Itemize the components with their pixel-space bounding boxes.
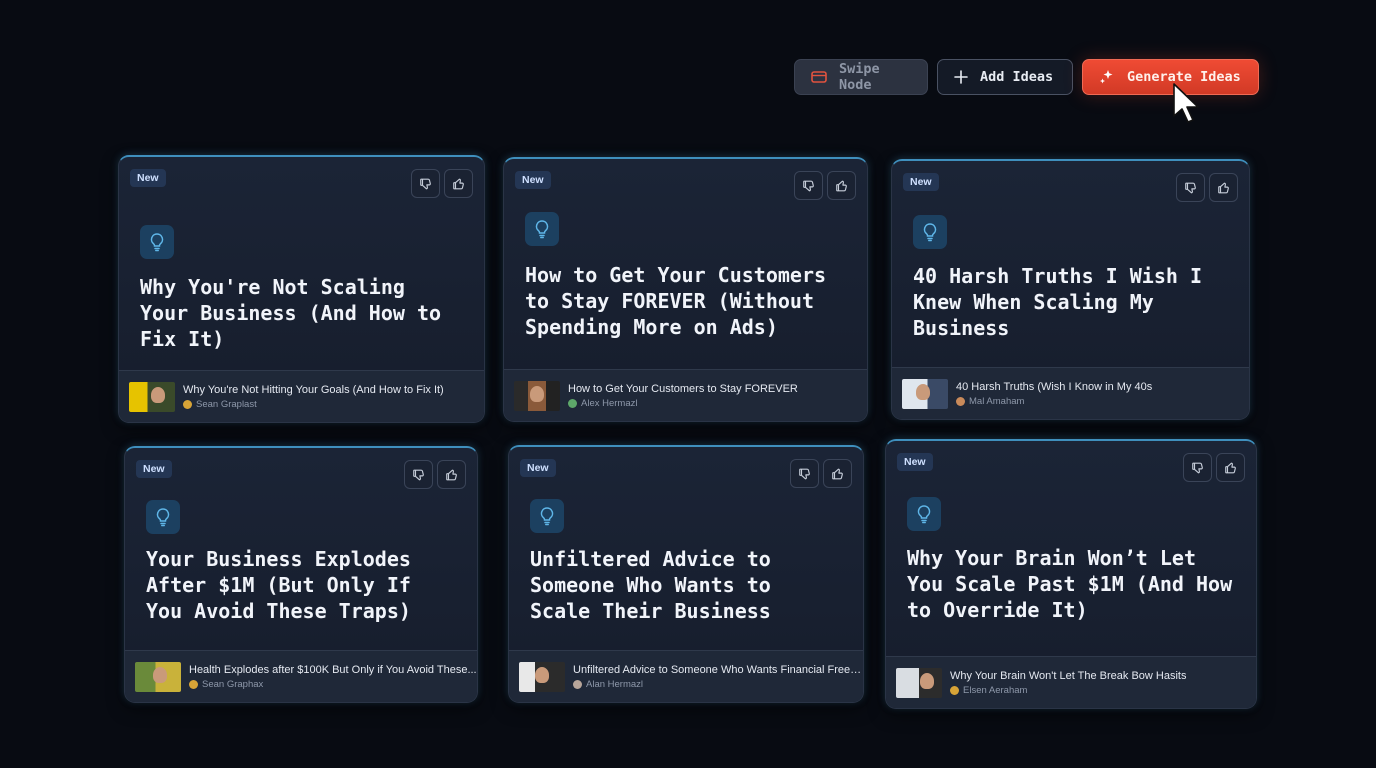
new-badge: New [897,453,933,471]
video-thumbnail [129,381,175,412]
source-title: Why You're Not Hitting Your Goals (And H… [183,383,444,396]
source-title: 40 Harsh Truths (Wish I Know in My 40s [956,380,1153,393]
thumbs-down-icon [1191,462,1203,473]
idea-title: Why You're Not Scaling Your Business (An… [140,275,442,351]
vote-group [411,169,473,198]
new-badge: New [136,460,172,478]
vote-group [404,460,466,489]
video-thumbnail [514,380,560,411]
source-author-name: Alan Hermazl [586,678,644,690]
thumbs-down-icon [1184,182,1196,193]
vote-group [1176,173,1238,202]
thumbs-down-button[interactable] [411,169,440,198]
idea-card[interactable]: New Unfiltered Advice to Someone Who Wan… [508,445,864,703]
new-badge: New [903,173,939,191]
idea-card[interactable]: New 40 Harsh Truths I Wish I Knew When S… [891,159,1250,420]
source-title: Unfiltered Advice to Someone Who Wants F… [573,663,863,676]
idea-title: How to Get Your Customers to Stay FOREVE… [525,263,827,339]
new-badge: New [520,459,556,477]
thumbs-up-button[interactable] [1216,453,1245,482]
lightbulb-icon [525,212,559,246]
video-thumbnail [135,661,181,692]
idea-card[interactable]: New Why You're Not Scaling Your Business… [118,155,485,423]
idea-title: Why Your Brain Won’t Let You Scale Past … [907,546,1233,622]
source-author: Mal Amaham [956,396,1152,407]
source-author-name: Mal Amaham [969,395,1025,407]
idea-title: Your Business Explodes After $1M (But On… [146,547,411,623]
new-badge: New [130,169,166,187]
thumbs-down-icon [412,469,424,480]
thumbs-up-button[interactable] [444,169,473,198]
thumbs-up-icon [452,178,464,189]
idea-title: Unfiltered Advice to Someone Who Wants t… [530,547,771,623]
thumbs-up-icon [835,180,847,191]
source-video[interactable]: 40 Harsh Truths (Wish I Know in My 40s M… [892,367,1249,419]
source-author: Elsen Aeraham [950,685,1186,696]
add-ideas-button[interactable]: Add Ideas [937,59,1073,95]
swipe-node-button[interactable]: Swipe Node [794,59,928,95]
source-author: Sean Graplast [183,399,444,410]
add-ideas-label: Add Ideas [980,69,1054,85]
lightbulb-icon [146,500,180,534]
thumbs-down-button[interactable] [1176,173,1205,202]
vote-group [1183,453,1245,482]
author-avatar-icon [189,679,198,689]
source-video[interactable]: Why You're Not Hitting Your Goals (And H… [119,370,484,422]
source-video[interactable]: Why Your Brain Won't Let The Break Bow H… [886,656,1256,708]
author-avatar-icon [956,396,965,406]
thumbs-up-button[interactable] [1209,173,1238,202]
swipe-node-label: Swipe Node [839,61,880,93]
thumbs-down-icon [802,180,814,191]
idea-card[interactable]: New Why Your Brain Won’t Let You Scale P… [885,439,1257,709]
source-author-name: Sean Graphax [202,678,264,690]
lightbulb-icon [530,499,564,533]
video-thumbnail [902,378,948,409]
source-video[interactable]: How to Get Your Customers to Stay FOREVE… [504,369,867,421]
thumbs-up-icon [1224,462,1236,473]
source-video[interactable]: Unfiltered Advice to Someone Who Wants F… [509,650,863,702]
idea-card[interactable]: New Your Business Explodes After $1M (Bu… [124,446,478,703]
swipe-card-icon [811,71,827,83]
new-badge: New [515,171,551,189]
idea-card[interactable]: New How to Get Your Customers to Stay FO… [503,157,868,422]
author-avatar-icon [568,398,577,408]
thumbs-down-button[interactable] [404,460,433,489]
thumbs-up-icon [445,469,457,480]
source-title: Health Explodes after $100K But Only if … [189,663,477,676]
idea-title: 40 Harsh Truths I Wish I Knew When Scali… [913,264,1202,340]
vote-group [794,171,856,200]
source-author-name: Elsen Aeraham [963,684,1028,696]
sparkle-icon [1100,70,1113,84]
author-avatar-icon [950,685,959,695]
video-thumbnail [896,667,942,698]
lightbulb-icon [913,215,947,249]
thumbs-up-button[interactable] [437,460,466,489]
thumbs-up-button[interactable] [827,171,856,200]
source-title: How to Get Your Customers to Stay FOREVE… [568,382,798,395]
thumbs-down-button[interactable] [1183,453,1212,482]
thumbs-up-button[interactable] [823,459,852,488]
source-video[interactable]: Health Explodes after $100K But Only if … [125,650,477,702]
author-avatar-icon [573,679,582,689]
thumbs-down-icon [798,468,810,479]
author-avatar-icon [183,399,192,409]
source-author-name: Alex Hermazl [581,397,638,409]
thumbs-down-button[interactable] [794,171,823,200]
source-author: Sean Graphax [189,679,477,690]
vote-group [790,459,852,488]
source-title: Why Your Brain Won't Let The Break Bow H… [950,669,1187,682]
thumbs-down-button[interactable] [790,459,819,488]
generate-ideas-button[interactable]: Generate Ideas [1082,59,1259,95]
source-author-name: Sean Graplast [196,398,257,410]
mouse-cursor-icon [1173,83,1199,123]
thumbs-up-icon [1217,182,1229,193]
source-author: Alan Hermazl [573,679,863,690]
lightbulb-icon [907,497,941,531]
plus-icon [954,70,968,84]
thumbs-down-icon [419,178,431,189]
video-thumbnail [519,661,565,692]
lightbulb-icon [140,225,174,259]
source-author: Alex Hermazl [568,398,798,409]
thumbs-up-icon [831,468,843,479]
